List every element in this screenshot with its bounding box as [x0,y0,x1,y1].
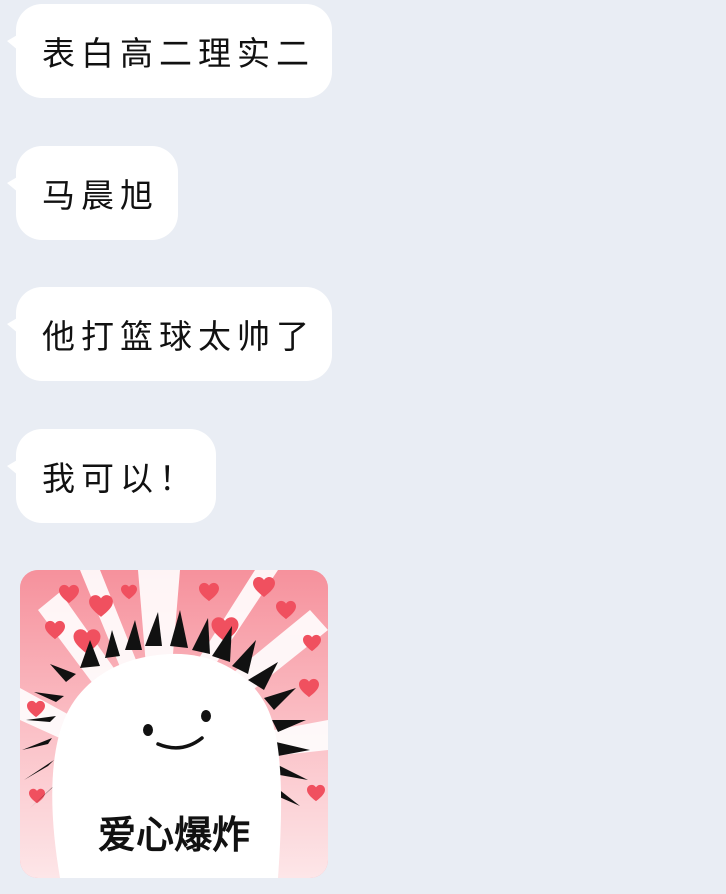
love-explosion-sticker: 爱心爆炸 [20,570,328,878]
message-bubble[interactable]: 马晨旭 [7,146,178,240]
bubble-tail [7,176,19,193]
bubble-tail [7,317,19,334]
message-bubble[interactable]: 表白高二理实二 [7,4,332,98]
message-bubble[interactable]: 他打篮球太帅了 [7,287,332,381]
right-eye-icon [201,710,211,722]
bubble-tail [7,34,19,51]
bubble-tail [7,459,19,476]
message-text: 我可以！ [42,459,198,498]
message-bubble[interactable]: 我可以！ [7,429,216,523]
sticker-caption: 爱心爆炸 [98,813,250,857]
message-text: 表白高二理实二 [42,34,315,73]
message-text: 他打篮球太帅了 [42,317,315,356]
left-eye-icon [143,724,153,736]
message-text: 马晨旭 [42,176,159,215]
sticker-message[interactable]: 爱心爆炸 [20,570,328,878]
